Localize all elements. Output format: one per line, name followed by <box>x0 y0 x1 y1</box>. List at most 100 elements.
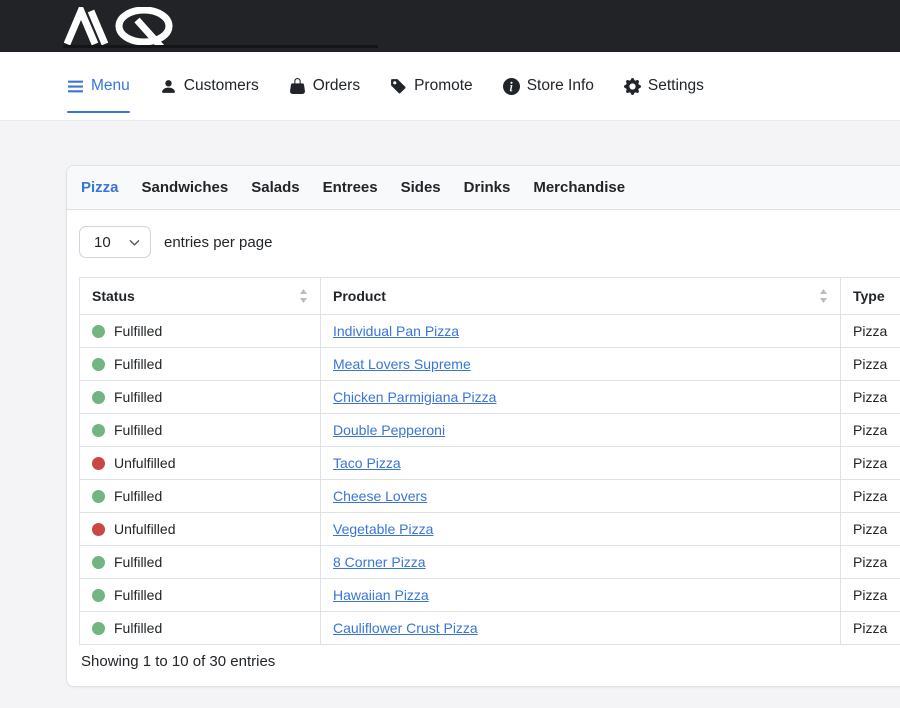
nav-label: Customers <box>184 77 259 95</box>
product-link[interactable]: Vegetable Pizza <box>333 521 433 537</box>
nav-label: Settings <box>648 77 704 95</box>
topbar <box>0 0 900 52</box>
status-label: Fulfilled <box>114 389 162 405</box>
product-cell: 8 Corner Pizza <box>321 546 841 579</box>
type-cell: Pizza <box>841 546 900 579</box>
status-cell: Fulfilled <box>80 381 321 414</box>
product-link[interactable]: Individual Pan Pizza <box>333 323 459 339</box>
table-row: Unfulfilled Vegetable Pizza Pizza <box>80 513 900 546</box>
nav-item-menu[interactable]: Menu <box>67 52 130 120</box>
column-label: Status <box>92 288 135 304</box>
table-body: Fulfilled Individual Pan Pizza Pizza Ful… <box>80 315 900 645</box>
type-cell: Pizza <box>841 513 900 546</box>
nav-label: Menu <box>91 77 130 95</box>
card-body: 10 entries per page Status <box>67 210 900 686</box>
gear-icon <box>624 78 641 95</box>
column-label: Product <box>333 288 386 304</box>
status-dot-icon <box>92 490 105 503</box>
product-cell: Vegetable Pizza <box>321 513 841 546</box>
nav-label: Orders <box>313 77 360 95</box>
product-link[interactable]: Cheese Lovers <box>333 488 427 504</box>
status-dot-icon <box>92 358 105 371</box>
product-link[interactable]: Taco Pizza <box>333 455 401 471</box>
category-tabs: Pizza Sandwiches Salads Entrees Sides Dr… <box>67 166 900 210</box>
type-cell: Pizza <box>841 414 900 447</box>
bag-icon <box>289 78 306 95</box>
entries-per-page-label: entries per page <box>164 234 272 251</box>
status-dot-icon <box>92 424 105 437</box>
nav-item-orders[interactable]: Orders <box>289 52 360 120</box>
status-label: Fulfilled <box>114 356 162 372</box>
status-dot-icon <box>92 556 105 569</box>
main-nav: Menu Customers Orders Promote Store Info… <box>0 52 900 121</box>
type-cell: Pizza <box>841 315 900 348</box>
nav-item-store-info[interactable]: Store Info <box>503 52 594 120</box>
table-row: Unfulfilled Taco Pizza Pizza <box>80 447 900 480</box>
tab-pizza[interactable]: Pizza <box>81 179 119 196</box>
nav-label: Promote <box>414 77 473 95</box>
status-label: Fulfilled <box>114 587 162 603</box>
type-cell: Pizza <box>841 348 900 381</box>
product-link[interactable]: Cauliflower Crust Pizza <box>333 620 478 636</box>
sort-icon[interactable] <box>819 289 828 303</box>
brand-logo-icon <box>64 7 179 47</box>
tab-drinks[interactable]: Drinks <box>464 179 511 196</box>
table-row: Fulfilled Double Pepperoni Pizza <box>80 414 900 447</box>
tab-salads[interactable]: Salads <box>251 179 299 196</box>
product-cell: Double Pepperoni <box>321 414 841 447</box>
nav-item-customers[interactable]: Customers <box>160 52 259 120</box>
column-header-type[interactable]: Type <box>841 278 900 315</box>
table-header-row: Status Product <box>80 278 900 315</box>
nav-label: Store Info <box>527 77 594 95</box>
page-content: Pizza Sandwiches Salads Entrees Sides Dr… <box>0 121 900 687</box>
person-icon <box>160 78 177 95</box>
status-cell: Fulfilled <box>80 480 321 513</box>
status-label: Fulfilled <box>114 422 162 438</box>
status-cell: Fulfilled <box>80 348 321 381</box>
entries-per-page-select[interactable]: 10 <box>79 226 151 258</box>
status-label: Unfulfilled <box>114 455 175 471</box>
product-link[interactable]: Meat Lovers Supreme <box>333 356 471 372</box>
chevron-down-icon <box>129 237 140 248</box>
entries-per-page-row: 10 entries per page <box>79 226 900 258</box>
product-link[interactable]: 8 Corner Pizza <box>333 554 426 570</box>
status-dot-icon <box>92 589 105 602</box>
column-header-status[interactable]: Status <box>80 278 321 315</box>
status-label: Unfulfilled <box>114 521 175 537</box>
nav-item-promote[interactable]: Promote <box>390 52 473 120</box>
logo-underline <box>63 45 378 48</box>
product-cell: Hawaiian Pizza <box>321 579 841 612</box>
status-label: Fulfilled <box>114 488 162 504</box>
table-row: Fulfilled Individual Pan Pizza Pizza <box>80 315 900 348</box>
tab-merchandise[interactable]: Merchandise <box>533 179 625 196</box>
table-row: Fulfilled Meat Lovers Supreme Pizza <box>80 348 900 381</box>
product-link[interactable]: Chicken Parmigiana Pizza <box>333 389 496 405</box>
products-table: Status Product <box>79 277 900 645</box>
status-cell: Unfulfilled <box>80 513 321 546</box>
status-dot-icon <box>92 391 105 404</box>
status-label: Fulfilled <box>114 620 162 636</box>
status-label: Fulfilled <box>114 323 162 339</box>
status-dot-icon <box>92 325 105 338</box>
sort-icon[interactable] <box>299 289 308 303</box>
nav-item-settings[interactable]: Settings <box>624 52 704 120</box>
status-dot-icon <box>92 622 105 635</box>
tab-entrees[interactable]: Entrees <box>323 179 378 196</box>
product-link[interactable]: Double Pepperoni <box>333 422 445 438</box>
product-cell: Meat Lovers Supreme <box>321 348 841 381</box>
tab-sides[interactable]: Sides <box>401 179 441 196</box>
status-cell: Fulfilled <box>80 579 321 612</box>
product-cell: Cauliflower Crust Pizza <box>321 612 841 645</box>
table-row: Fulfilled Chicken Parmigiana Pizza Pizza <box>80 381 900 414</box>
table-row: Fulfilled Cauliflower Crust Pizza Pizza <box>80 612 900 645</box>
menu-card: Pizza Sandwiches Salads Entrees Sides Dr… <box>66 165 900 687</box>
type-cell: Pizza <box>841 480 900 513</box>
status-cell: Unfulfilled <box>80 447 321 480</box>
column-header-product[interactable]: Product <box>321 278 841 315</box>
column-label: Type <box>853 288 885 304</box>
product-cell: Taco Pizza <box>321 447 841 480</box>
product-link[interactable]: Hawaiian Pizza <box>333 587 429 603</box>
pagination-summary: Showing 1 to 10 of 30 entries <box>79 653 900 670</box>
tab-sandwiches[interactable]: Sandwiches <box>142 179 229 196</box>
type-cell: Pizza <box>841 381 900 414</box>
